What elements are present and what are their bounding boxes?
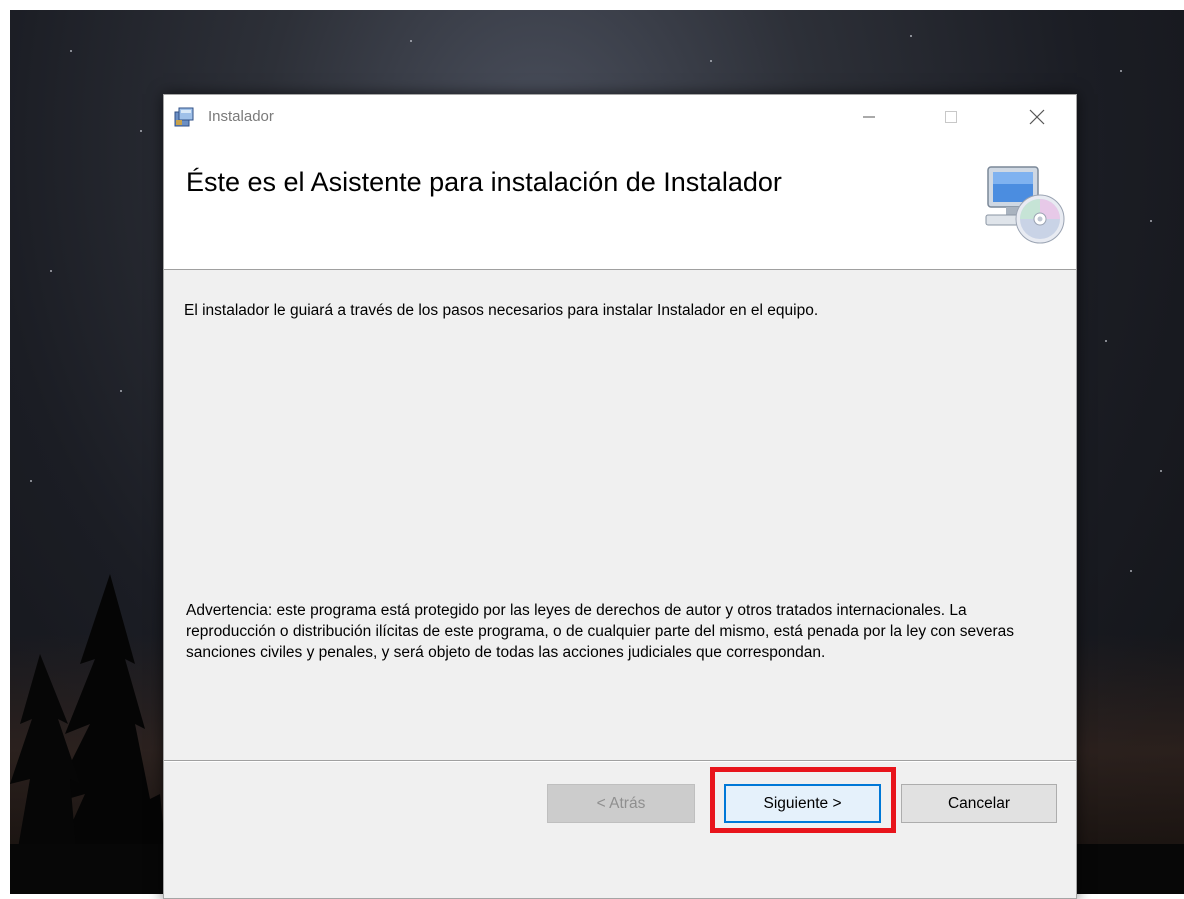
copyright-warning: Advertencia: este programa está protegid… — [186, 602, 1014, 661]
title-bar[interactable]: Instalador — [164, 95, 1076, 139]
wizard-heading: Éste es el Asistente para instalación de… — [186, 167, 782, 197]
minimize-icon — [863, 116, 875, 118]
window-title: Instalador — [208, 108, 274, 125]
installer-window: Instalador Éste es el Asistente para ins… — [163, 94, 1077, 899]
maximize-button[interactable] — [928, 95, 974, 139]
close-button[interactable] — [1014, 95, 1060, 139]
cancel-button[interactable]: Cancelar — [901, 784, 1057, 823]
next-button-highlight — [710, 767, 896, 833]
installer-package-icon — [174, 107, 194, 127]
computer-cd-icon — [985, 166, 1065, 244]
back-button[interactable]: < Atrás — [547, 784, 695, 823]
wizard-header: Éste es el Asistente para instalación de… — [164, 139, 1076, 270]
footer-divider — [164, 760, 1076, 762]
intro-text: El instalador le guiará a través de los … — [184, 302, 819, 319]
close-icon — [1029, 109, 1045, 125]
maximize-icon — [945, 111, 957, 123]
minimize-button[interactable] — [846, 95, 892, 139]
